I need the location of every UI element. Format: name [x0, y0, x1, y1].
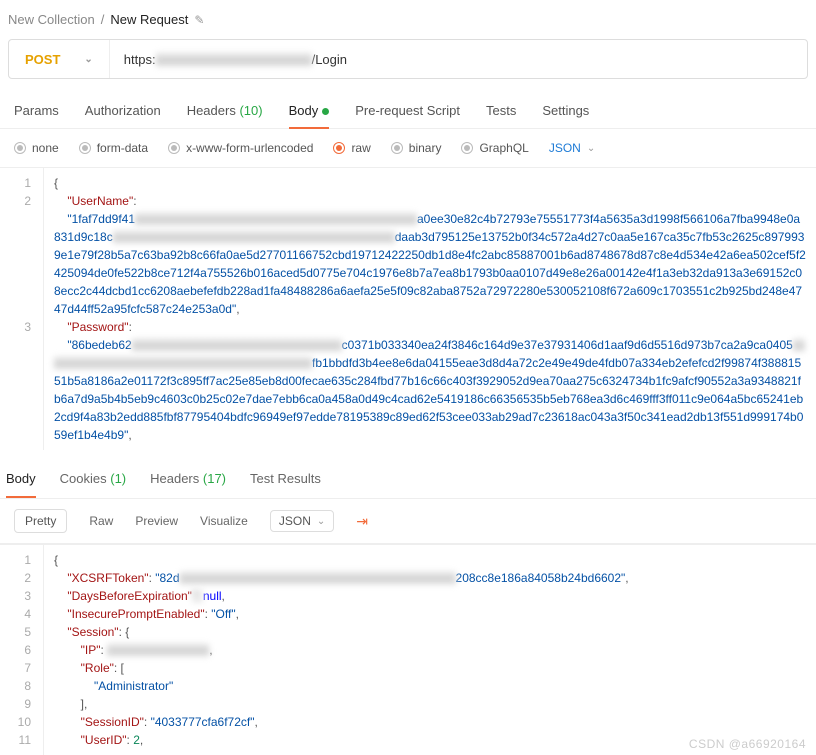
wrap-lines-icon[interactable]: ⇥: [356, 513, 368, 530]
tab-tests[interactable]: Tests: [486, 93, 516, 128]
edit-name-icon[interactable]: ✎: [194, 13, 204, 27]
resp-tab-headers[interactable]: Headers (17): [150, 471, 226, 498]
resp-tab-body[interactable]: Body: [6, 471, 36, 498]
response-tabs: Body Cookies (1) Headers (17) Test Resul…: [0, 458, 816, 498]
method-label: POST: [25, 52, 60, 67]
chevron-down-icon: ⌄: [84, 54, 92, 65]
view-preview[interactable]: Preview: [135, 514, 178, 528]
breadcrumb-request[interactable]: New Request: [110, 12, 188, 27]
tab-headers[interactable]: Headers (10): [187, 93, 263, 128]
chevron-down-icon: ⌄: [587, 143, 595, 154]
url-bar: POST ⌄ https:xxxxxxxxxxxxxxxxxxxxxxxx/Lo…: [8, 39, 808, 79]
tab-body[interactable]: Body: [289, 93, 330, 128]
breadcrumb-sep: /: [101, 12, 105, 27]
body-type-formdata[interactable]: form-data: [79, 141, 148, 155]
breadcrumb-collection[interactable]: New Collection: [8, 12, 95, 27]
resp-tab-tests[interactable]: Test Results: [250, 471, 321, 498]
chevron-down-icon: ⌄: [317, 516, 325, 527]
tab-authorization[interactable]: Authorization: [85, 93, 161, 128]
body-type-binary[interactable]: binary: [391, 141, 442, 155]
body-type-raw[interactable]: raw: [333, 141, 370, 155]
tab-params[interactable]: Params: [14, 93, 59, 128]
line-gutter: 123: [0, 168, 44, 450]
watermark: CSDN @a66920164: [689, 737, 806, 751]
body-type-none[interactable]: none: [14, 141, 59, 155]
tab-prerequest[interactable]: Pre-request Script: [355, 93, 460, 128]
tab-settings[interactable]: Settings: [542, 93, 589, 128]
request-tabs: Params Authorization Headers (10) Body P…: [0, 93, 816, 129]
response-body-editor[interactable]: 1234567891011 { "XCSRFToken": "82dxxxxxx…: [0, 544, 816, 755]
view-visualize[interactable]: Visualize: [200, 514, 248, 528]
breadcrumb: New Collection / New Request ✎: [0, 0, 816, 39]
view-raw[interactable]: Raw: [89, 514, 113, 528]
body-modified-dot: [322, 108, 329, 115]
body-type-xwww[interactable]: x-www-form-urlencoded: [168, 141, 313, 155]
url-input[interactable]: https:xxxxxxxxxxxxxxxxxxxxxxxx/Login: [110, 52, 361, 67]
body-type-graphql[interactable]: GraphQL: [461, 141, 528, 155]
code-area[interactable]: { "UserName": "1faf7dd9f41xxxxxxxxxxxxxx…: [44, 168, 816, 450]
response-language-select[interactable]: JSON ⌄: [270, 510, 334, 532]
code-area[interactable]: { "XCSRFToken": "82dxxxxxxxxxxxxxxxxxxxx…: [44, 545, 816, 755]
body-language-select[interactable]: JSON⌄: [549, 141, 595, 155]
request-body-editor[interactable]: 123 { "UserName": "1faf7dd9f41xxxxxxxxxx…: [0, 167, 816, 450]
response-toolbar: Pretty Raw Preview Visualize JSON ⌄ ⇥: [0, 498, 816, 544]
line-gutter: 1234567891011: [0, 545, 44, 755]
body-type-row: none form-data x-www-form-urlencoded raw…: [0, 129, 816, 167]
view-pretty[interactable]: Pretty: [14, 509, 67, 533]
method-select[interactable]: POST ⌄: [9, 52, 109, 67]
resp-tab-cookies[interactable]: Cookies (1): [60, 471, 126, 498]
